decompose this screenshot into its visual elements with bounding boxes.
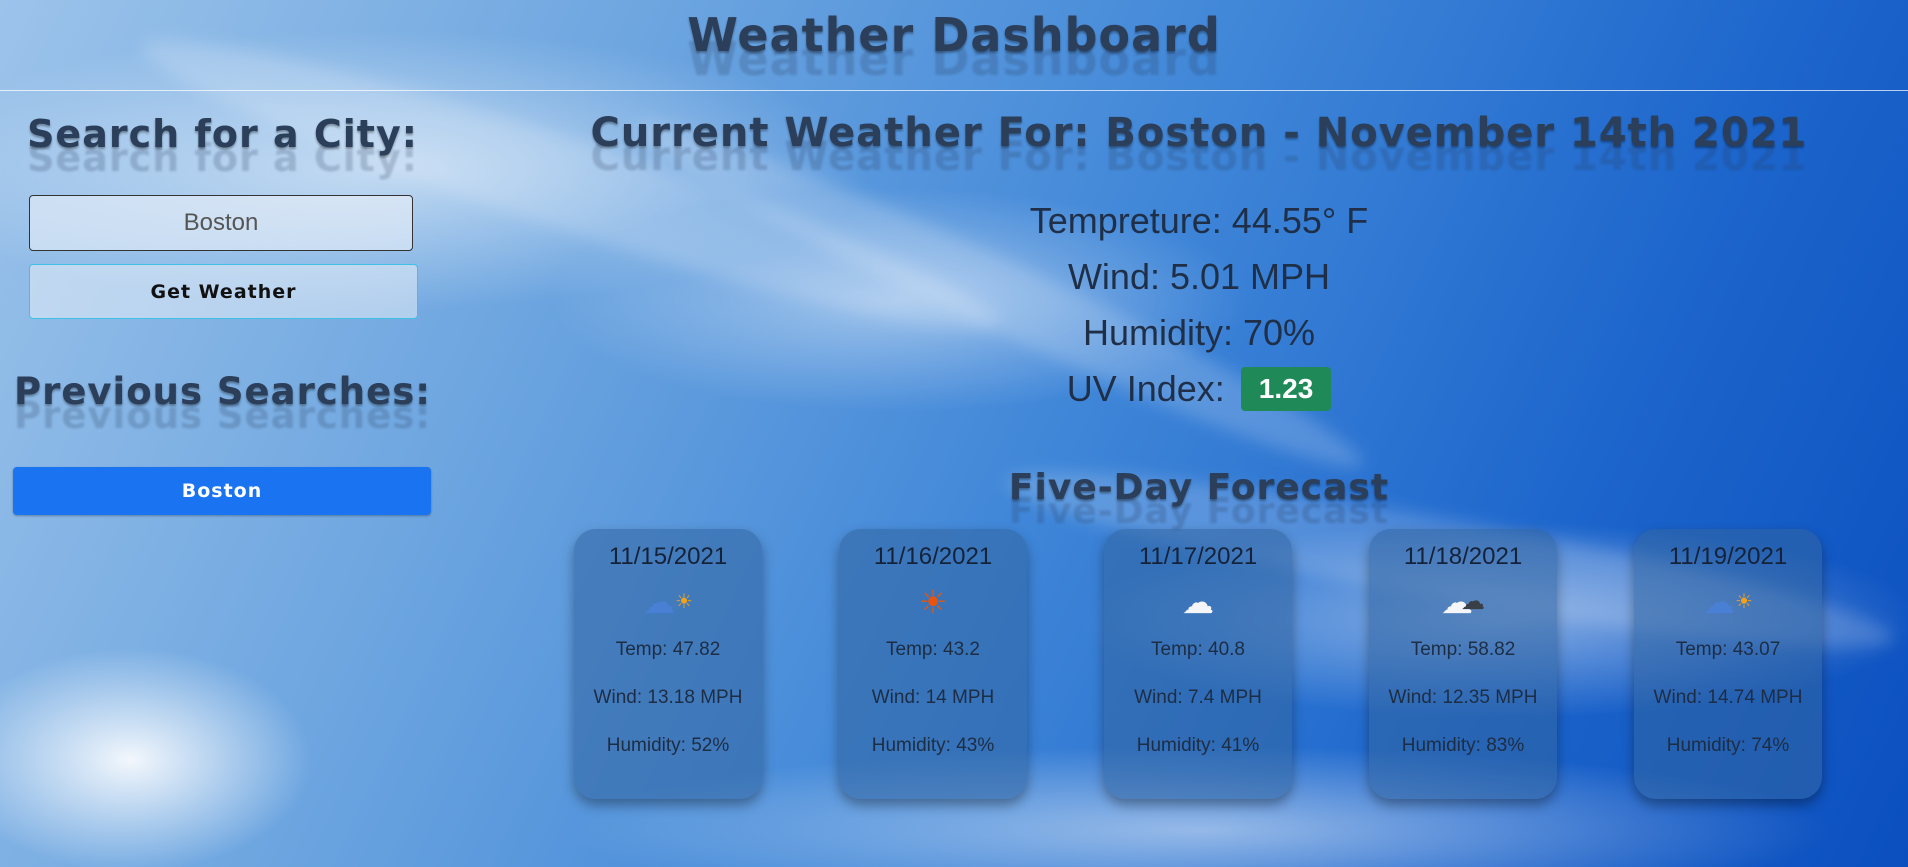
search-heading: Search for a City: <box>27 112 418 156</box>
page-title: Weather Dashboard <box>687 8 1221 62</box>
forecast-heading: Five-Day Forecast <box>1008 467 1390 508</box>
current-temperature: Tempreture: 44.55° F <box>1029 200 1369 241</box>
forecast-card: 11/16/2021 ☀ Temp: 43.2 Wind: 14 MPH Hum… <box>839 529 1027 799</box>
forecast-date: 11/16/2021 <box>873 543 993 570</box>
forecast-date: 11/18/2021 <box>1403 543 1523 570</box>
forecast-date: 11/17/2021 <box>1138 543 1258 570</box>
uv-index-badge: 1.23 <box>1240 367 1332 412</box>
current-humidity: Humidity: 70% <box>1082 312 1316 353</box>
current-weather-heading: Current Weather For: Boston - November 1… <box>590 110 1808 156</box>
rain-sun-icon: ☁☀ <box>643 584 693 620</box>
rain-sun-icon: ☁☀ <box>1703 584 1753 620</box>
forecast-card: 11/18/2021 ☁☁ Temp: 58.82 Wind: 12.35 MP… <box>1369 529 1557 799</box>
header-divider <box>0 90 1908 91</box>
forecast-card: 11/17/2021 ☁ Temp: 40.8 Wind: 7.4 MPH Hu… <box>1104 529 1292 799</box>
forecast-temp: Temp: 40.8 <box>1151 639 1245 660</box>
forecast-card: 11/15/2021 ☁☀ Temp: 47.82 Wind: 13.18 MP… <box>574 529 762 799</box>
forecast-temp: Temp: 47.82 <box>615 639 721 660</box>
forecast-humidity: Humidity: 52% <box>606 735 730 756</box>
forecast-wind: Wind: 13.18 MPH <box>593 687 743 708</box>
forecast-wind: Wind: 12.35 MPH <box>1388 687 1538 708</box>
forecast-humidity: Humidity: 74% <box>1666 735 1790 756</box>
forecast-humidity: Humidity: 41% <box>1136 735 1260 756</box>
forecast-date: 11/15/2021 <box>608 543 728 570</box>
get-weather-button[interactable]: Get Weather <box>29 264 418 319</box>
history-button-boston[interactable]: Boston <box>13 467 431 515</box>
forecast-humidity: Humidity: 83% <box>1401 735 1525 756</box>
forecast-wind: Wind: 7.4 MPH <box>1134 687 1262 708</box>
sun-icon: ☀ <box>918 584 948 620</box>
uv-index-label: UV Index: <box>1066 368 1225 409</box>
forecast-humidity: Humidity: 43% <box>871 735 995 756</box>
city-search-input[interactable] <box>29 195 413 251</box>
forecast-temp: Temp: 43.07 <box>1675 639 1781 660</box>
current-uv: UV Index: 1.23 <box>560 367 1838 413</box>
forecast-date: 11/19/2021 <box>1668 543 1788 570</box>
forecast-card: 11/19/2021 ☁☀ Temp: 43.07 Wind: 14.74 MP… <box>1634 529 1822 799</box>
previous-searches-heading: Previous Searches: <box>13 370 432 413</box>
cloud-icon: ☁ <box>1182 584 1214 620</box>
current-wind: Wind: 5.01 MPH <box>1067 256 1331 297</box>
clouds-icon: ☁☁ <box>1441 584 1485 620</box>
forecast-wind: Wind: 14.74 MPH <box>1653 687 1803 708</box>
forecast-temp: Temp: 43.2 <box>886 639 980 660</box>
forecast-wind: Wind: 14 MPH <box>871 687 995 708</box>
forecast-temp: Temp: 58.82 <box>1410 639 1516 660</box>
